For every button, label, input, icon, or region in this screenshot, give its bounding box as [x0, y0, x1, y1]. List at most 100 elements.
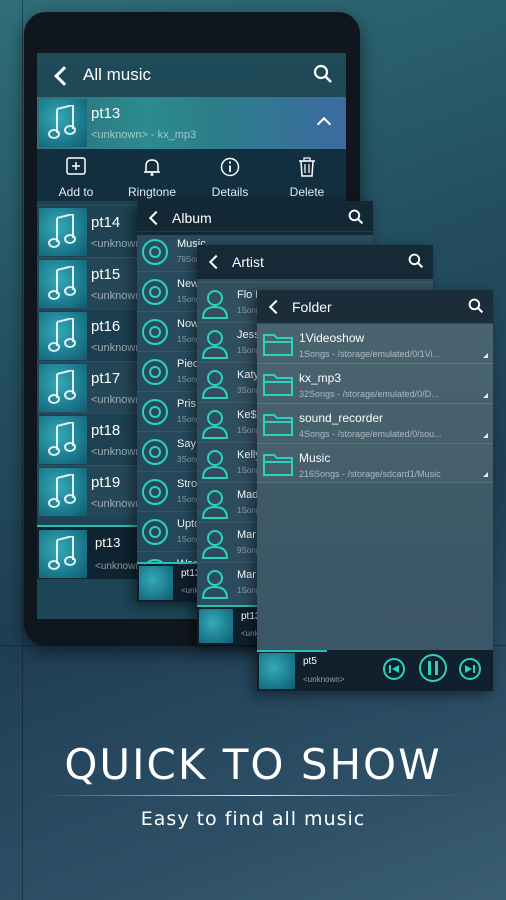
action-bar: Add to Ringtone Details Delete: [37, 149, 346, 201]
delete-label: Delete: [289, 185, 325, 199]
folder-item[interactable]: Music 216Songs - /storage/sdcard1/Music: [257, 443, 493, 483]
skip-next-icon: [465, 665, 475, 673]
person-icon: [201, 490, 229, 519]
album-title: Album: [172, 210, 212, 226]
page-title: All music: [83, 65, 152, 84]
expanded-track-row[interactable]: pt13 <unknown> - kx_mp3: [37, 97, 346, 149]
disc-icon: [142, 359, 168, 385]
back-icon[interactable]: [148, 210, 164, 226]
artist-name: Mar: [237, 529, 256, 541]
artist-header: Artist: [197, 245, 433, 279]
info-icon: [220, 157, 240, 177]
person-icon: [201, 570, 229, 599]
folder-item[interactable]: kx_mp3 32Songs - /storage/emulated/0/D..…: [257, 363, 493, 403]
folder-details: 216Songs - /storage/sdcard1/Music: [299, 469, 441, 479]
album-art: [39, 530, 87, 578]
track-title: pt14: [91, 214, 121, 231]
folder-icon: [263, 374, 293, 396]
search-icon[interactable]: [468, 298, 484, 314]
delete-button[interactable]: Delete: [272, 155, 342, 199]
ringtone-button[interactable]: Ringtone: [117, 155, 187, 199]
expand-corner-icon[interactable]: [483, 393, 488, 398]
folder-name: 1Videoshow: [299, 331, 365, 345]
album-art: [199, 609, 233, 643]
person-icon: [201, 370, 229, 399]
expand-corner-icon[interactable]: [483, 472, 488, 477]
promo-divider: [40, 795, 466, 796]
now-playing-subtitle: <unk: [241, 629, 259, 638]
album-name: Stro: [177, 478, 198, 490]
promo-headline: QUICK TO SHOW: [64, 740, 442, 789]
folder-icon: [263, 414, 293, 436]
trash-icon: [299, 157, 315, 177]
pause-button[interactable]: [419, 654, 447, 682]
folder-panel: Folder 1Videoshow 1Songs - /storage/emul…: [257, 290, 493, 691]
track-title: pt16: [91, 318, 121, 335]
album-art: [259, 653, 295, 689]
person-icon: [201, 530, 229, 559]
folder-icon: [263, 334, 293, 356]
disc-icon: [142, 319, 168, 345]
track-title: pt13: [91, 105, 121, 122]
next-button[interactable]: [459, 658, 481, 680]
person-icon: [201, 450, 229, 479]
details-label: Details: [211, 185, 249, 199]
folder-header: Folder: [257, 290, 493, 324]
album-name: Now: [177, 318, 200, 330]
artist-name: Katy: [237, 369, 260, 381]
folder-mini-player[interactable]: pt5 <unknown>: [257, 650, 493, 691]
disc-icon: [142, 479, 168, 505]
search-icon[interactable]: [408, 253, 424, 269]
track-title: pt18: [91, 422, 121, 439]
folder-name: Music: [299, 451, 331, 465]
expand-corner-icon[interactable]: [483, 433, 488, 438]
search-icon[interactable]: [313, 64, 333, 84]
album-name: Piec: [177, 358, 199, 370]
disc-icon: [142, 519, 168, 545]
pause-icon: [428, 661, 438, 675]
top-bar: All music: [37, 53, 346, 97]
search-icon[interactable]: [348, 209, 364, 225]
album-name: New: [177, 278, 200, 290]
ringtone-label: Ringtone: [127, 185, 177, 199]
album-art: [39, 260, 87, 308]
folder-title: Folder: [292, 299, 332, 315]
disc-icon: [142, 439, 168, 465]
expand-corner-icon[interactable]: [483, 353, 488, 358]
album-art: [39, 208, 87, 256]
artist-title: Artist: [232, 254, 264, 270]
folder-name: sound_recorder: [299, 411, 384, 425]
music-note-icon: [48, 370, 76, 404]
folder-icon: [263, 454, 293, 476]
artist-name: Ke$: [237, 409, 257, 421]
back-icon[interactable]: [268, 299, 284, 315]
back-icon[interactable]: [54, 66, 74, 86]
bell-icon: [144, 159, 160, 176]
album-art: [39, 364, 87, 412]
add-to-label: Add to: [58, 185, 94, 199]
add-to-button[interactable]: Add to: [41, 155, 111, 199]
album-name: Say: [177, 438, 196, 450]
person-icon: [201, 330, 229, 359]
skip-previous-icon: [389, 665, 399, 673]
album-art: [39, 416, 87, 464]
disc-icon: [142, 279, 168, 305]
now-playing-title: pt13: [95, 535, 121, 550]
folder-details: 1Songs - /storage/emulated/0/1Vi...: [299, 349, 440, 359]
folder-item[interactable]: sound_recorder 4Songs - /storage/emulate…: [257, 403, 493, 443]
previous-button[interactable]: [383, 658, 405, 680]
now-playing-subtitle: <unknown>: [303, 675, 345, 684]
playback-progress: [257, 650, 327, 652]
artist-name: Mar: [237, 569, 256, 581]
album-art: [39, 312, 87, 360]
folder-item[interactable]: 1Videoshow 1Songs - /storage/emulated/0/…: [257, 323, 493, 363]
album-art: [39, 468, 87, 516]
add-icon: [66, 157, 86, 175]
details-button[interactable]: Details: [195, 155, 265, 199]
track-title: pt17: [91, 370, 121, 387]
back-icon[interactable]: [208, 254, 224, 270]
music-note-icon: [48, 422, 76, 456]
collapse-chevron-icon[interactable]: [316, 116, 332, 132]
album-name: Pris: [177, 398, 196, 410]
music-note-icon: [48, 214, 76, 248]
